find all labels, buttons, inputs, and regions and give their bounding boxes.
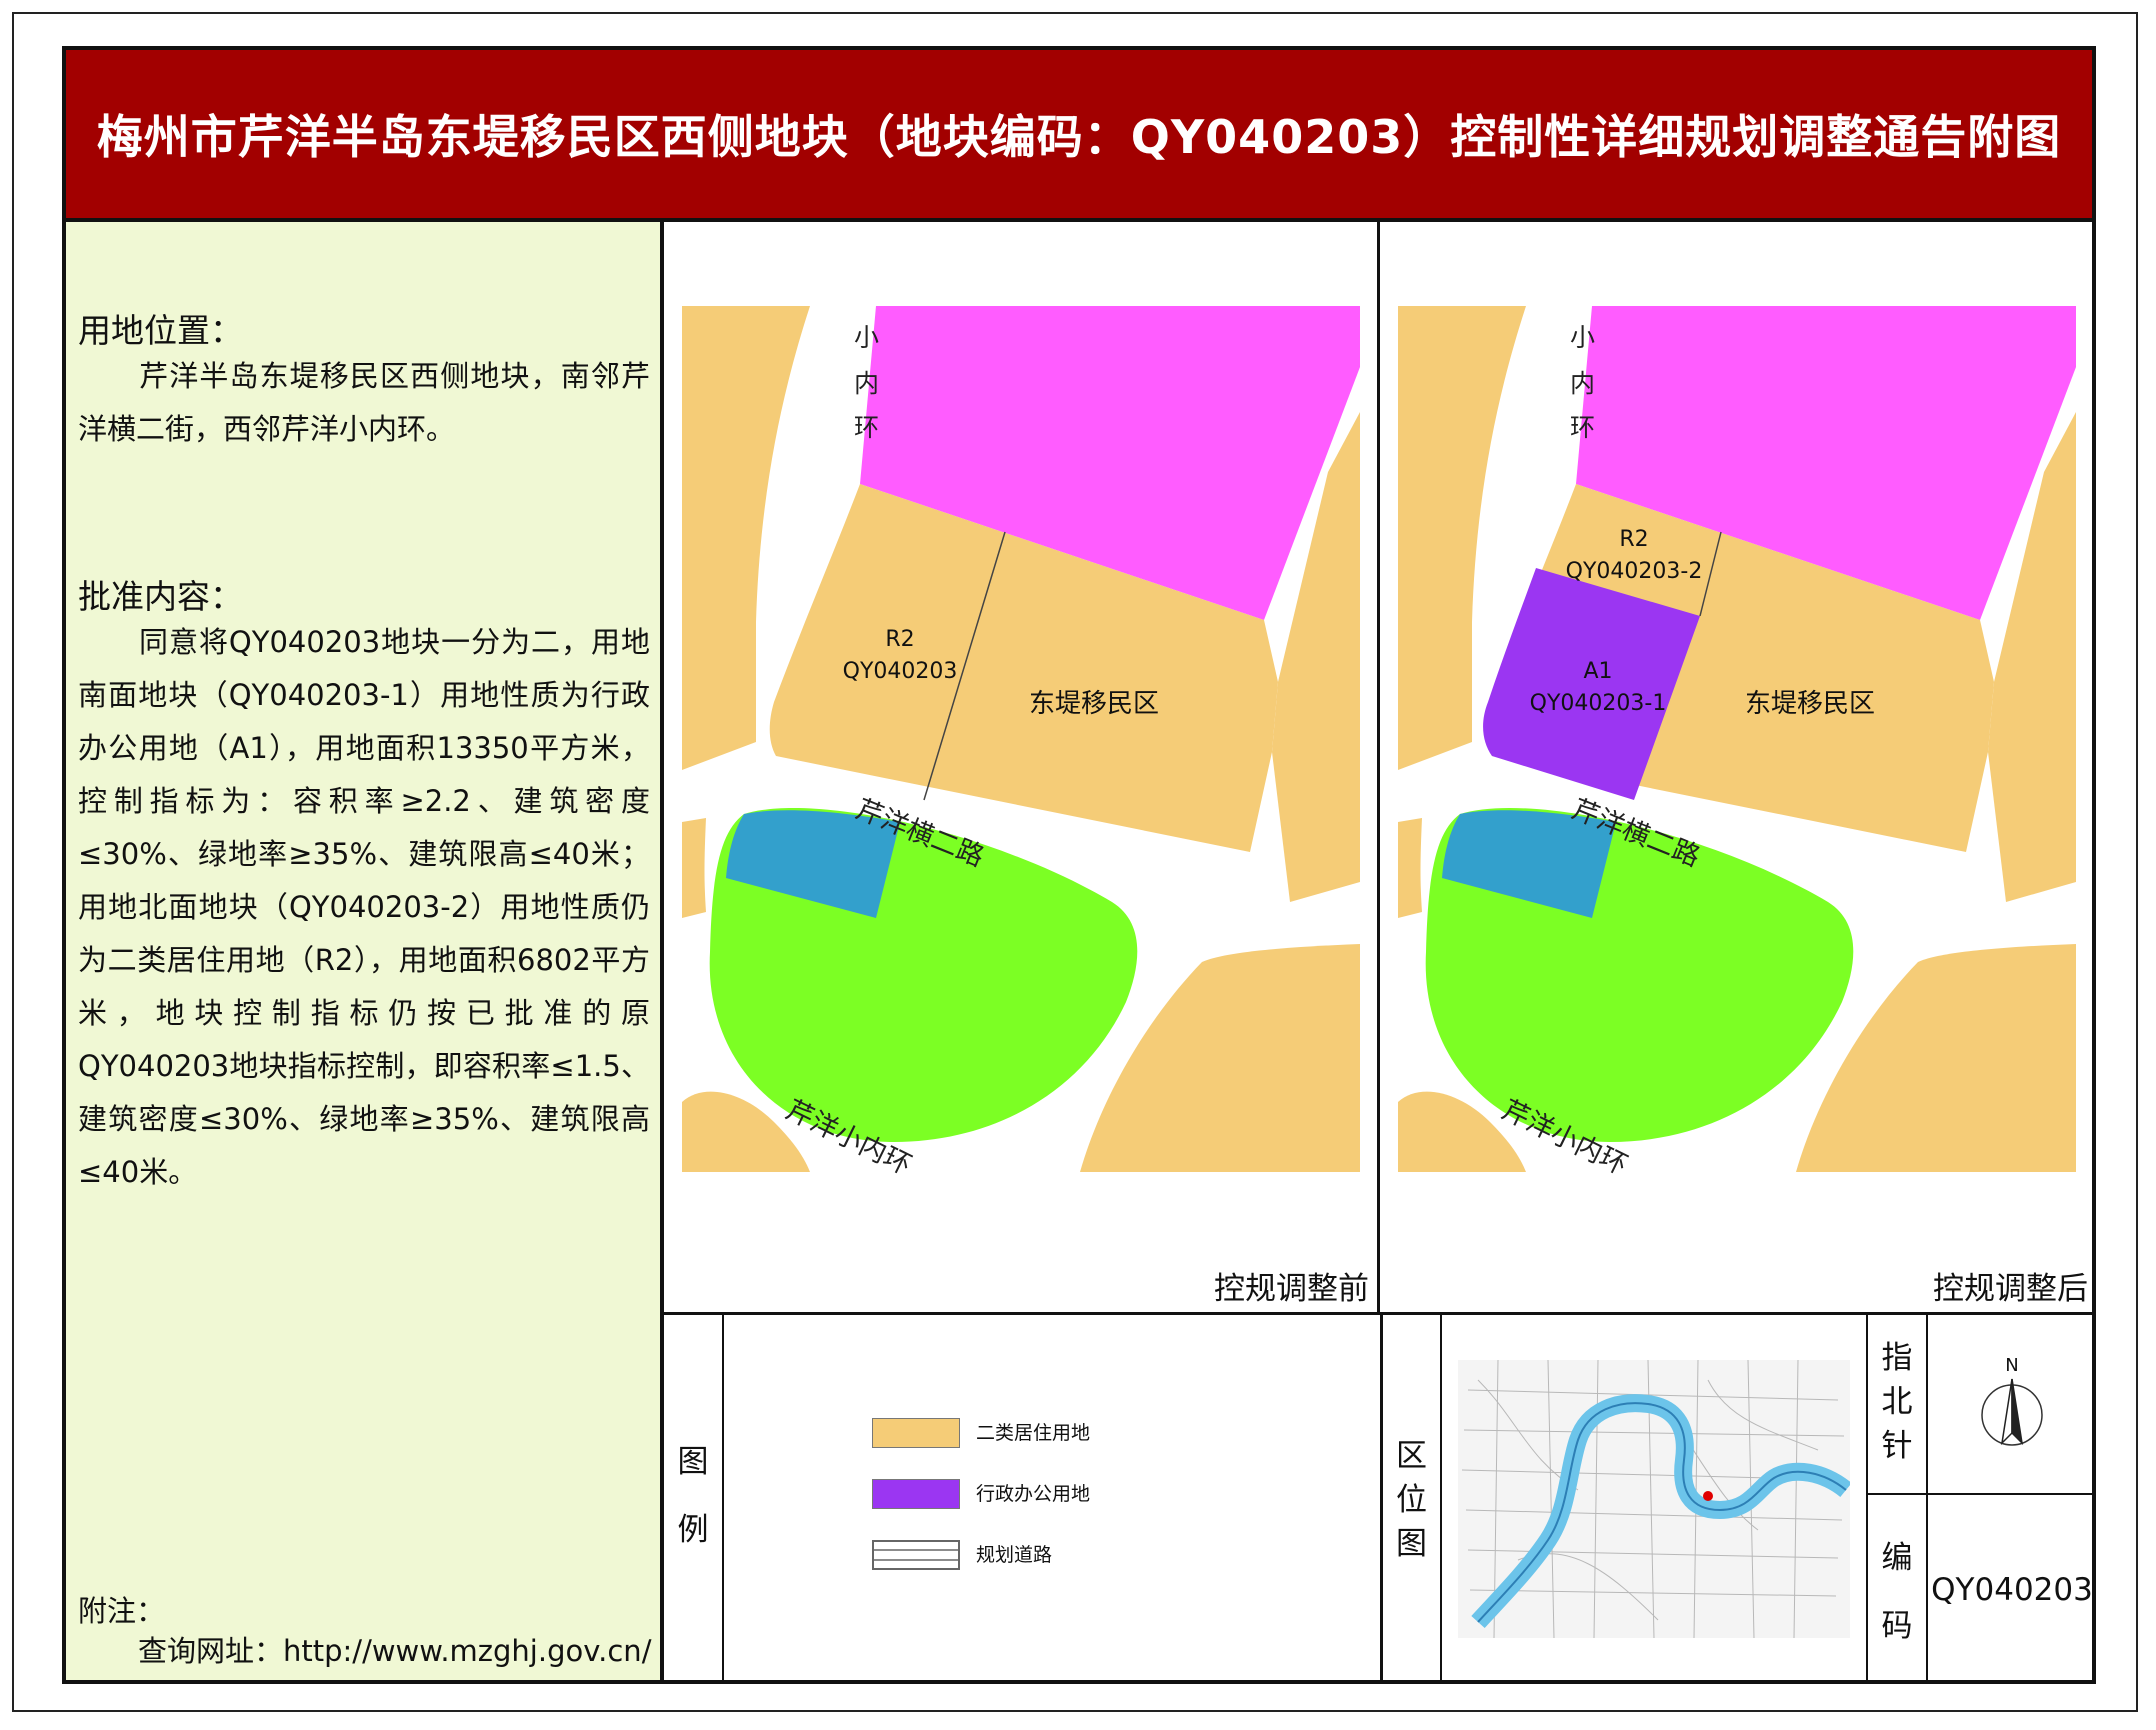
location-map (1458, 1360, 1850, 1638)
parcel-south-code: A1 (1583, 659, 1612, 684)
road-west-label-3: 环 (854, 413, 879, 442)
residential-swatch (872, 1418, 960, 1448)
road-west-label-3: 环 (1570, 413, 1595, 442)
legend-item-label: 行政办公用地 (976, 1483, 1091, 1505)
district-label: 东堤移民区 (1745, 689, 1875, 719)
parcel-north-id: QY040203-2 (1566, 559, 1703, 584)
legend-label-1: 图 (677, 1444, 709, 1480)
site-marker-icon (1703, 1491, 1713, 1501)
parcel-north-code: R2 (1619, 527, 1648, 552)
road-swatch (872, 1540, 960, 1570)
location-text-body: 芹洋半岛东堤移民区西侧地块，南邻芹洋横二街，西邻芹洋小内环。 (78, 359, 650, 446)
road-west-label-2: 内 (1570, 369, 1595, 398)
code-label-1: 编 (1881, 1540, 1913, 1576)
parcel-south-id: QY040203-1 (1530, 691, 1667, 716)
road-west-label-1: 小 (854, 323, 879, 352)
approval-text: 同意将QY040203地块一分为二，用地南面地块（QY040203-1）用地性质… (78, 616, 650, 1199)
title-bar: 梅州市芹洋半岛东堤移民区西侧地块（地块编码：QY040203）控制性详细规划调整… (62, 46, 2096, 222)
parcel-code-label: R2 (885, 627, 914, 652)
map-before-panel: 小 内 环 R2 QY040203 东堤移民区 芹洋横二路 芹洋小内环 控规调整… (664, 222, 1380, 1312)
location-map-label-3: 图 (1396, 1526, 1427, 1562)
legend-label-2: 例 (677, 1512, 709, 1548)
code-label-cell: 编 码 (1866, 1495, 1928, 1684)
location-map-label-cell: 区 位 图 (1380, 1315, 1442, 1684)
note-label: 附注： (78, 1594, 166, 1628)
admin-swatch (872, 1479, 960, 1509)
legend-item-label: 二类居住用地 (976, 1422, 1091, 1444)
north-arrow-cell: N (1928, 1315, 2096, 1495)
map-after-caption: 控规调整后 (1933, 1271, 2088, 1307)
page-title: 梅州市芹洋半岛东堤移民区西侧地块（地块编码：QY040203）控制性详细规划调整… (96, 110, 2062, 164)
residential-west-small (682, 818, 706, 918)
info-panel: 用地位置： 芹洋半岛东堤移民区西侧地块，南邻芹洋横二街，西邻芹洋小内环。 批准内… (62, 222, 664, 1684)
map-before-caption: 控规调整前 (1214, 1271, 1369, 1307)
legend-item-label: 规划道路 (976, 1544, 1053, 1566)
map-before: 小 内 环 R2 QY040203 东堤移民区 芹洋横二路 芹洋小内环 (682, 306, 1360, 1181)
north-letter: N (2005, 1355, 2018, 1376)
north-arrow-icon: N (1981, 1355, 2043, 1446)
north-arrow-label-1: 指 (1881, 1340, 1913, 1376)
north-arrow-label-cell: 指 北 针 (1866, 1315, 1928, 1495)
north-arrow-label-3: 针 (1881, 1428, 1913, 1464)
approval-text-body: 同意将QY040203地块一分为二，用地南面地块（QY040203-1）用地性质… (78, 625, 650, 1189)
parcel-id-label: QY040203 (843, 659, 958, 684)
location-map-label-2: 位 (1396, 1482, 1427, 1518)
map-after-panel: 小 内 环 R2 QY040203-2 A1 QY040203-1 东堤移民区 … (1380, 222, 2096, 1312)
code-value-cell: QY040203 (1928, 1495, 2096, 1684)
approval-heading: 批准内容： (78, 577, 243, 616)
map-after: 小 内 环 R2 QY040203-2 A1 QY040203-1 东堤移民区 … (1398, 306, 2076, 1181)
road-west-label-1: 小 (1570, 323, 1595, 352)
code-label-2: 码 (1881, 1608, 1913, 1644)
north-arrow-right-half (2011, 1378, 2024, 1446)
location-text: 芹洋半岛东堤移民区西侧地块，南邻芹洋横二街，西邻芹洋小内环。 (78, 350, 650, 456)
road-west-label-2: 内 (854, 369, 879, 398)
note-url: 查询网址：http://www.mzghj.gov.cn/ (138, 1634, 652, 1668)
north-arrow-left-half (2000, 1378, 2013, 1446)
north-arrow-label-2: 北 (1881, 1384, 1913, 1420)
road-swatch-lines (872, 1549, 960, 1561)
district-label: 东堤移民区 (1029, 689, 1159, 719)
location-map-label-1: 区 (1396, 1438, 1427, 1474)
code-value: QY040203 (1931, 1571, 2093, 1608)
location-heading: 用地位置： (78, 311, 243, 350)
residential-west-small (1398, 818, 1422, 918)
legend-label-cell: 图 例 (664, 1315, 724, 1684)
